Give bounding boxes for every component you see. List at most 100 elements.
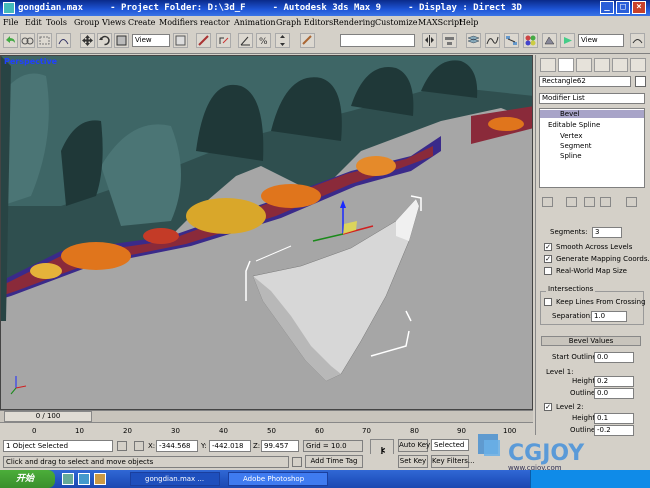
track-bar[interactable]: 0 10 20 30 40 50 60 70 80 90 100 xyxy=(0,422,533,438)
reference-coord-dropdown[interactable]: View xyxy=(132,34,170,47)
curve-editor-icon[interactable] xyxy=(485,33,500,48)
key-filters-button[interactable]: Key Filters... xyxy=(431,455,475,468)
menu-tools[interactable]: Tools xyxy=(46,18,67,27)
menu-customize[interactable]: Customize xyxy=(375,18,418,27)
time-slider-thumb[interactable]: 0 / 100 xyxy=(4,411,92,422)
level2-checkbox[interactable]: ✓ xyxy=(544,403,552,411)
mirror-icon[interactable] xyxy=(422,33,437,48)
undo-icon[interactable] xyxy=(3,33,18,48)
level1-height-spinner[interactable]: 0.2 xyxy=(594,376,634,387)
smooth-across-checkbox[interactable]: ✓ xyxy=(544,243,552,251)
select-link-icon[interactable] xyxy=(20,33,35,48)
perspective-viewport[interactable]: Perspective xyxy=(0,55,533,410)
named-selection-dropdown[interactable] xyxy=(340,34,415,47)
generate-mapping-checkbox[interactable]: ✓ xyxy=(544,255,552,263)
selection-status: 1 Object Selected xyxy=(3,440,113,452)
stack-item-vertex[interactable]: Vertex xyxy=(560,132,583,140)
snap-toggle-icon[interactable] xyxy=(216,33,231,48)
spinner-snap-icon[interactable] xyxy=(275,33,290,48)
render-scene-icon[interactable] xyxy=(542,33,557,48)
utilities-tab-icon[interactable] xyxy=(630,58,646,72)
quicklaunch-folder-icon[interactable] xyxy=(94,473,106,485)
minimize-button[interactable]: _ xyxy=(600,1,614,14)
add-time-tag-button[interactable]: Add Time Tag xyxy=(305,455,363,468)
level1-outline-spinner[interactable]: 0.0 xyxy=(594,388,634,399)
viewport-label[interactable]: Perspective xyxy=(4,57,57,66)
motion-tab-icon[interactable] xyxy=(594,58,610,72)
menu-reactor[interactable]: reactor xyxy=(200,18,230,27)
menu-file[interactable]: File xyxy=(3,18,18,27)
time-tag-icon[interactable] xyxy=(292,457,302,467)
z-coordinate-field[interactable]: 99.457 xyxy=(261,440,299,452)
menu-group[interactable]: Group xyxy=(74,18,99,27)
material-editor-icon[interactable] xyxy=(523,33,538,48)
pivot-center-icon[interactable] xyxy=(173,33,188,48)
separation-spinner[interactable]: 1.0 xyxy=(591,311,627,322)
menu-graph-editors[interactable]: Graph Editors xyxy=(276,18,333,27)
select-scale-icon[interactable] xyxy=(114,33,129,48)
render-last-icon[interactable] xyxy=(630,33,645,48)
hierarchy-tab-icon[interactable] xyxy=(576,58,592,72)
object-color-swatch[interactable] xyxy=(635,76,646,87)
lock-selection-icon[interactable] xyxy=(117,441,127,451)
task-3dsmax[interactable]: gongdian.max ... xyxy=(130,472,220,486)
select-move-icon[interactable] xyxy=(80,33,95,48)
show-end-result-icon[interactable] xyxy=(566,197,577,207)
select-rotate-icon[interactable] xyxy=(97,33,112,48)
stack-item-bevel[interactable]: Bevel xyxy=(540,110,644,118)
tick-10: 10 xyxy=(75,427,84,435)
start-button[interactable]: 开始 xyxy=(0,470,55,488)
align-icon[interactable] xyxy=(442,33,457,48)
set-key-button[interactable]: Set Key xyxy=(398,455,428,468)
remove-modifier-icon[interactable] xyxy=(600,197,611,207)
create-tab-icon[interactable] xyxy=(540,58,556,72)
start-outline-spinner[interactable]: 0.0 xyxy=(594,352,634,363)
select-manipulate-icon[interactable] xyxy=(196,33,211,48)
schematic-view-icon[interactable] xyxy=(504,33,519,48)
percent-snap-icon[interactable]: % xyxy=(256,33,271,48)
make-unique-icon[interactable] xyxy=(584,197,595,207)
real-world-label: Real-World Map Size xyxy=(556,267,627,275)
task-photoshop[interactable]: Adobe Photoshop xyxy=(228,472,328,486)
stack-item-editable-spline[interactable]: Editable Spline xyxy=(548,121,600,129)
menu-modifiers[interactable]: Modifiers xyxy=(159,18,198,27)
menu-create[interactable]: Create xyxy=(128,18,155,27)
time-slider[interactable]: 0 / 100 xyxy=(0,410,533,422)
tick-20: 20 xyxy=(123,427,132,435)
unlink-icon[interactable] xyxy=(37,33,52,48)
bind-spacewarp-icon[interactable] xyxy=(56,33,71,48)
configure-sets-icon[interactable] xyxy=(626,197,637,207)
pin-stack-icon[interactable] xyxy=(542,197,553,207)
menu-views[interactable]: Views xyxy=(102,18,126,27)
quick-render-icon[interactable] xyxy=(560,33,575,48)
edit-named-selection-icon[interactable] xyxy=(300,33,315,48)
y-coordinate-field[interactable]: -442.018 xyxy=(209,440,251,452)
segments-spinner[interactable]: 3 xyxy=(592,227,622,238)
key-mode-dropdown[interactable]: Selected xyxy=(431,439,469,451)
stack-item-spline[interactable]: Spline xyxy=(560,152,582,160)
quicklaunch-ie-icon[interactable] xyxy=(78,473,90,485)
angle-snap-icon[interactable] xyxy=(238,33,253,48)
menu-animation[interactable]: Animation xyxy=(234,18,276,27)
keep-lines-checkbox[interactable] xyxy=(544,298,552,306)
x-coordinate-field[interactable]: -344.568 xyxy=(156,440,198,452)
object-name-field[interactable]: Rectangle62 xyxy=(539,76,631,87)
stack-item-segment[interactable]: Segment xyxy=(560,142,592,150)
display-tab-icon[interactable] xyxy=(612,58,628,72)
auto-key-button[interactable]: Auto Key xyxy=(398,439,430,452)
level2-height-spinner[interactable]: 0.1 xyxy=(594,413,634,424)
render-type-dropdown[interactable]: View xyxy=(578,34,624,47)
absolute-mode-icon[interactable] xyxy=(134,441,144,451)
layer-manager-icon[interactable] xyxy=(466,33,481,48)
modify-tab-icon[interactable] xyxy=(558,58,574,72)
bevel-values-rollout[interactable]: Bevel Values xyxy=(541,336,641,346)
menu-edit[interactable]: Edit xyxy=(25,18,42,27)
real-world-checkbox[interactable] xyxy=(544,267,552,275)
menu-maxscript[interactable]: MAXScript xyxy=(418,18,462,27)
maximize-button[interactable]: □ xyxy=(616,1,630,14)
menu-help[interactable]: Help xyxy=(459,18,478,27)
close-button[interactable]: × xyxy=(632,1,646,14)
quicklaunch-desktop-icon[interactable] xyxy=(62,473,74,485)
modifier-list-dropdown[interactable]: Modifier List xyxy=(539,93,645,104)
menu-rendering[interactable]: Rendering xyxy=(333,18,375,27)
